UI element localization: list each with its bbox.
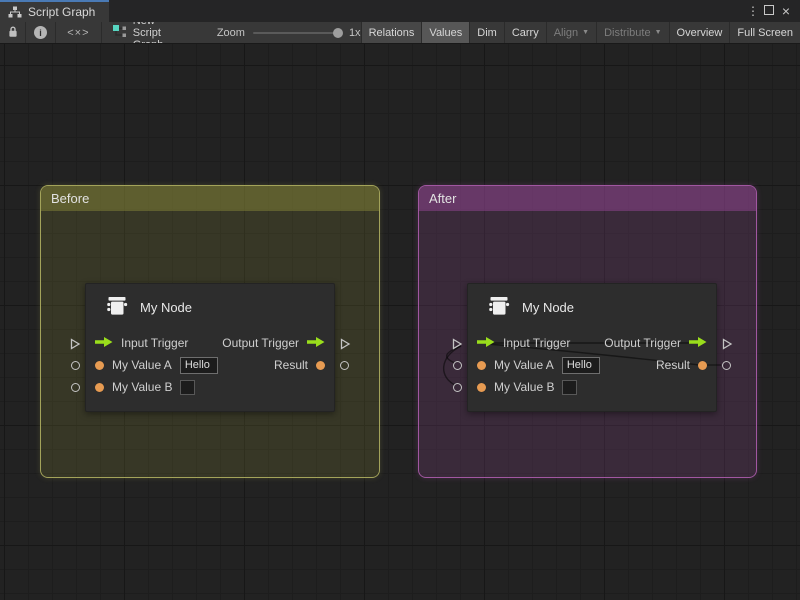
chevron-down-icon: ▼ (655, 29, 662, 36)
group-before-title: Before (51, 191, 89, 206)
external-value-b-port[interactable] (71, 383, 80, 392)
graph-asset-label: New Script Graph (102, 22, 191, 43)
value-a-input[interactable] (180, 357, 218, 374)
trigger-row: Input Trigger Output Trigger (85, 332, 335, 354)
toolbar-buttons: Relations Values Dim Carry Align ▼ Distr… (361, 22, 800, 43)
input-trigger-label: Input Trigger (503, 336, 570, 350)
window-titlebar: Script Graph ⋮ × (0, 0, 800, 22)
info-button[interactable]: i (26, 22, 56, 43)
tab-title: Script Graph (28, 5, 95, 19)
external-result-port[interactable] (722, 361, 731, 370)
carry-button[interactable]: Carry (504, 22, 546, 43)
external-input-trigger-port[interactable] (451, 337, 463, 355)
value-a-input[interactable] (562, 357, 600, 374)
value-b-port-icon[interactable] (95, 383, 104, 392)
external-value-a-port[interactable] (453, 361, 462, 370)
result-label: Result (656, 358, 690, 372)
value-b-row: My Value B (85, 376, 335, 398)
graph-hierarchy-icon (8, 6, 22, 18)
dim-button[interactable]: Dim (469, 22, 504, 43)
graph-canvas[interactable]: Before After My Node (0, 44, 800, 600)
graph-toolbar: i <×> New Script Graph Zoom 1x Relations… (0, 22, 800, 44)
result-port-icon[interactable] (316, 361, 325, 370)
input-trigger-port-icon[interactable] (95, 336, 113, 350)
align-button[interactable]: Align ▼ (546, 22, 596, 43)
group-after-header[interactable]: After (419, 186, 756, 211)
value-b-port-icon[interactable] (477, 383, 486, 392)
result-label: Result (274, 358, 308, 372)
values-button[interactable]: Values (421, 22, 469, 43)
zoom-value: 1x (349, 27, 361, 39)
value-b-input[interactable] (562, 380, 577, 395)
output-trigger-port-icon[interactable] (689, 336, 707, 350)
node-title: My Node (522, 300, 574, 315)
code-icon: <×> (67, 27, 89, 39)
external-output-trigger-port[interactable] (721, 337, 733, 355)
chevron-down-icon: ▼ (582, 29, 589, 36)
trigger-row: Input Trigger Output Trigger (467, 332, 717, 354)
node-title: My Node (140, 300, 192, 315)
input-trigger-label: Input Trigger (121, 336, 188, 350)
group-after-title: After (429, 191, 456, 206)
value-b-label: My Value B (494, 380, 554, 394)
external-input-trigger-port[interactable] (69, 337, 81, 355)
value-b-input[interactable] (180, 380, 195, 395)
value-b-row: My Value B (467, 376, 717, 398)
node-header[interactable]: My Node (487, 295, 574, 320)
distribute-button[interactable]: Distribute ▼ (596, 22, 668, 43)
tab-script-graph[interactable]: Script Graph (0, 0, 109, 22)
generate-code-button[interactable]: <×> (56, 22, 102, 43)
close-icon[interactable]: × (778, 0, 794, 22)
maximize-icon[interactable] (764, 2, 774, 20)
value-b-label: My Value B (112, 380, 172, 394)
zoom-label: Zoom (217, 27, 245, 39)
output-trigger-label: Output Trigger (222, 336, 299, 350)
external-value-a-port[interactable] (71, 361, 80, 370)
graph-name: New Script Graph (133, 22, 181, 44)
value-a-port-icon[interactable] (95, 361, 104, 370)
value-a-label: My Value A (112, 358, 172, 372)
fullscreen-button[interactable]: Full Screen (729, 22, 800, 43)
zoom-slider[interactable] (253, 32, 341, 34)
value-a-row: My Value A Result (85, 354, 335, 376)
output-trigger-label: Output Trigger (604, 336, 681, 350)
zoom-slider-knob[interactable] (333, 28, 343, 38)
unit-node-icon (487, 295, 511, 320)
output-trigger-port-icon[interactable] (307, 336, 325, 350)
relations-button[interactable]: Relations (361, 22, 422, 43)
group-before-header[interactable]: Before (41, 186, 379, 211)
node-my-node-after[interactable]: My Node Input Trigger Output Trigger My … (467, 283, 717, 412)
external-value-b-port[interactable] (453, 383, 462, 392)
lock-icon (7, 25, 19, 41)
node-my-node-before[interactable]: My Node Input Trigger Output Trigger My … (85, 283, 335, 412)
zoom-control: Zoom 1x (217, 22, 361, 43)
info-icon: i (34, 26, 47, 39)
lock-button[interactable] (0, 22, 26, 43)
node-header[interactable]: My Node (105, 295, 192, 320)
overview-button[interactable]: Overview (669, 22, 730, 43)
input-trigger-port-icon[interactable] (477, 336, 495, 350)
external-result-port[interactable] (340, 361, 349, 370)
script-graph-asset-icon (112, 24, 127, 41)
value-a-port-icon[interactable] (477, 361, 486, 370)
external-output-trigger-port[interactable] (339, 337, 351, 355)
value-a-label: My Value A (494, 358, 554, 372)
menu-kebab-icon[interactable]: ⋮ (746, 4, 760, 18)
value-a-row: My Value A Result (467, 354, 717, 376)
window-controls: ⋮ × (746, 0, 800, 22)
unit-node-icon (105, 295, 129, 320)
result-port-icon[interactable] (698, 361, 707, 370)
